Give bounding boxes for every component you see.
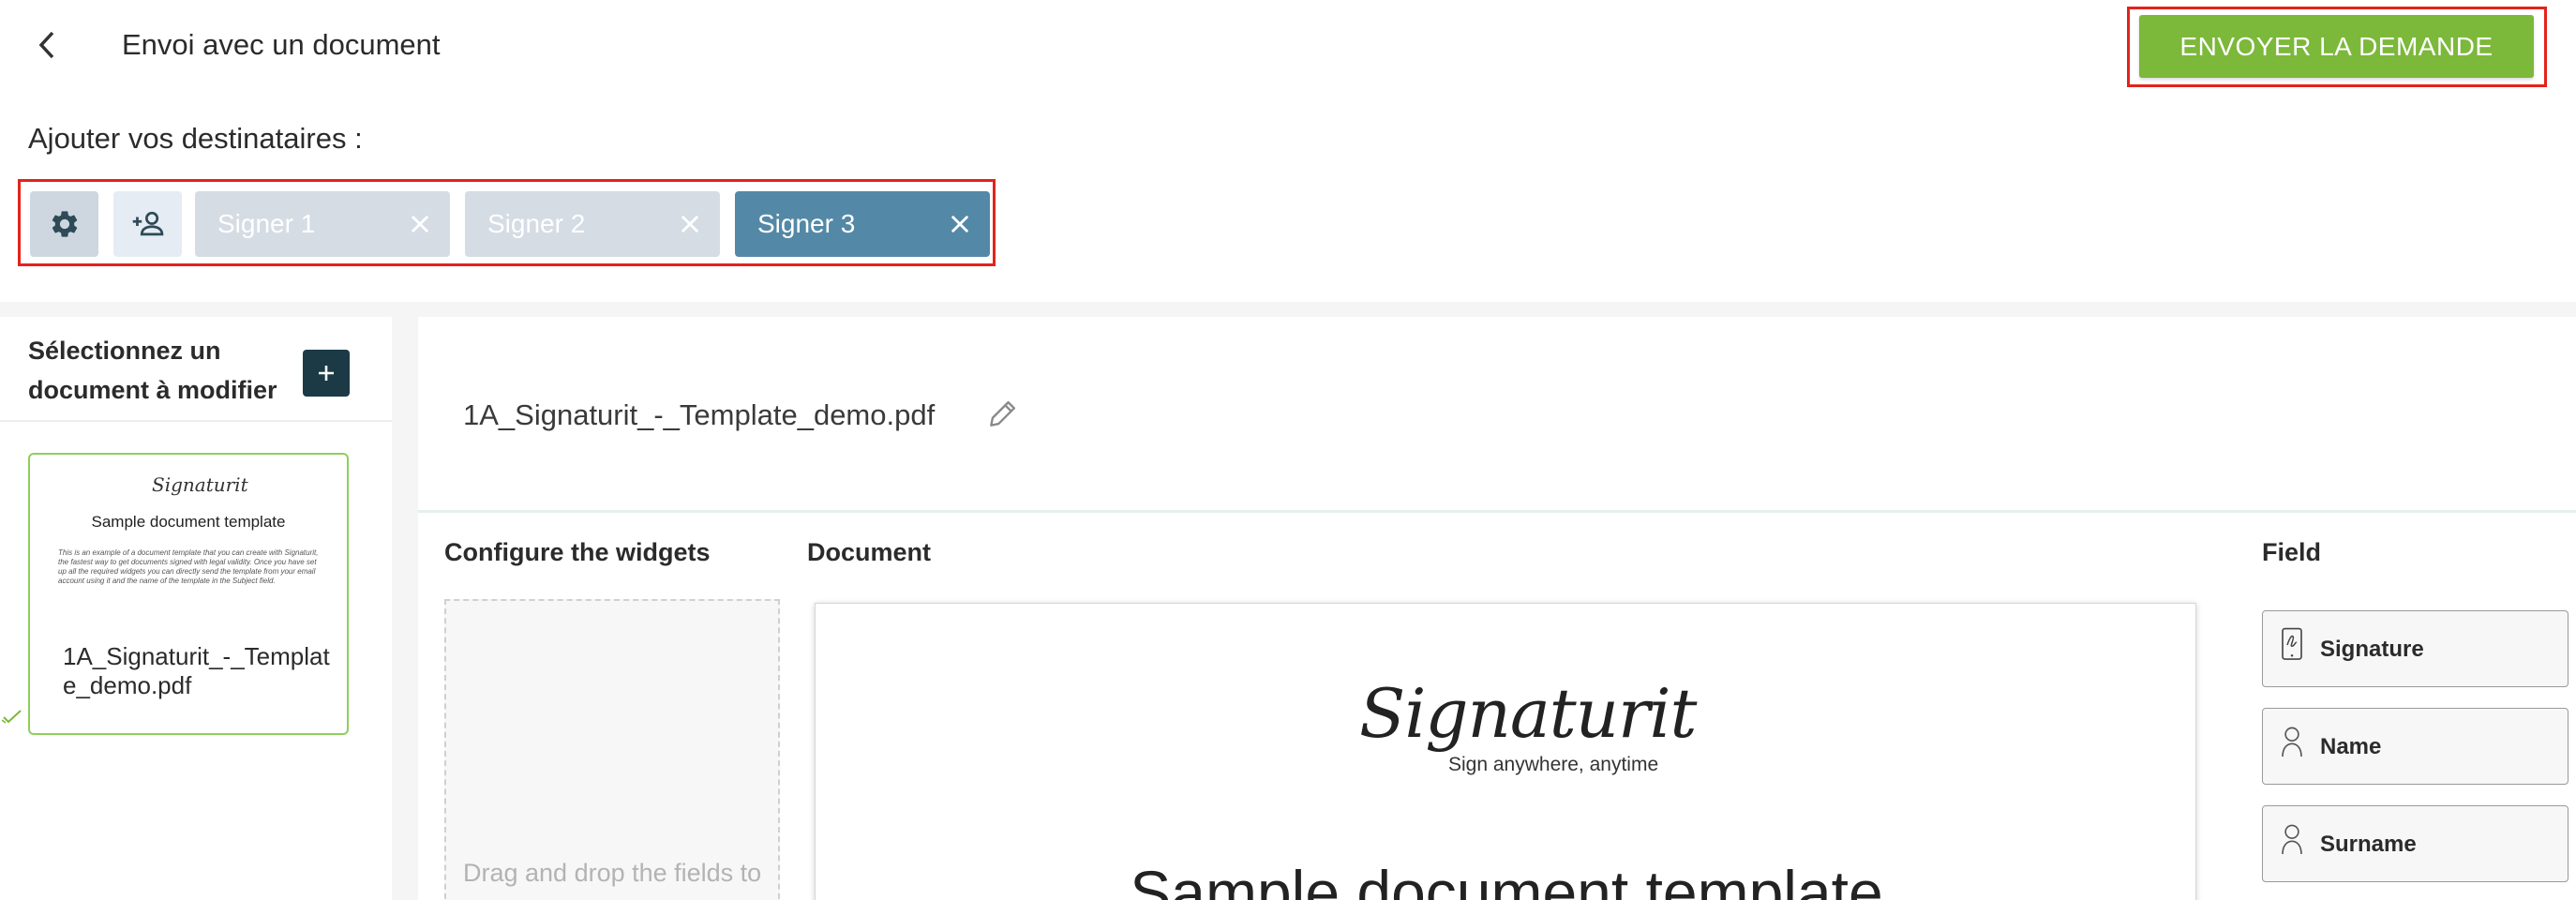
field-signature[interactable]: Signature — [2262, 610, 2569, 687]
document-column-title: Document — [807, 538, 932, 566]
person-icon — [2282, 824, 2302, 855]
drop-zone-text: Drag and drop the fields to — [463, 859, 762, 887]
recipients-title: Ajouter vos destinataires : — [28, 122, 363, 155]
field-label: Name — [2320, 734, 2382, 759]
back-button[interactable] — [28, 21, 66, 69]
thumbnail-logo: Signaturit — [152, 473, 248, 496]
signer-chip-label: Signer 3 — [757, 209, 856, 238]
close-icon[interactable] — [677, 211, 703, 237]
sidebar-title: Sélectionnez un document à modifier — [28, 337, 277, 404]
person-add-icon — [132, 211, 163, 236]
signer-chip-1[interactable]: Signer 1 — [195, 191, 450, 257]
main-panel: 1A_Signaturit_-_Template_demo.pdf Config… — [418, 317, 2576, 900]
add-recipient-button[interactable] — [113, 191, 182, 257]
field-surname[interactable]: Surname — [2262, 805, 2569, 882]
person-icon — [2282, 727, 2302, 758]
page-title: Envoi avec un document — [122, 28, 441, 61]
signer-chip-2[interactable]: Signer 2 — [465, 191, 720, 257]
field-label: Signature — [2320, 637, 2424, 662]
gear-icon — [52, 211, 77, 237]
field-column-title: Field — [2262, 538, 2322, 566]
chevron-left-icon — [38, 31, 54, 59]
thumbnail-text: This is an example of a document templat… — [58, 548, 319, 585]
document-logo: Signaturit — [1359, 674, 1697, 753]
signer-chip-label: Signer 1 — [217, 209, 316, 238]
header-divider — [418, 510, 2576, 513]
file-header: 1A_Signaturit_-_Template_demo.pdf — [418, 317, 2576, 510]
document-thumbnail: Signaturit Sample document template This… — [30, 455, 347, 633]
document-sidebar: Sélectionnez un document à modifier Sign… — [0, 317, 392, 900]
sidebar-divider — [0, 420, 392, 422]
close-icon[interactable] — [947, 211, 973, 237]
selected-check-icon — [2, 710, 22, 724]
signature-icon — [2282, 627, 2302, 660]
recipients-bar: Signer 1 Signer 2 Signer 3 — [18, 179, 996, 266]
document-preview[interactable]: Signaturit Sign anywhere, anytime Sample… — [815, 603, 2196, 900]
widget-drop-zone[interactable]: Drag and drop the fields to — [444, 599, 780, 900]
document-card[interactable]: Signaturit Sample document template This… — [28, 453, 349, 735]
field-name[interactable]: Name — [2262, 708, 2569, 785]
document-heading: Sample document template — [1130, 858, 1883, 900]
add-document-button[interactable] — [303, 350, 350, 397]
thumbnail-title: Sample document template — [91, 513, 286, 531]
close-icon[interactable] — [407, 211, 433, 237]
field-label: Surname — [2320, 832, 2417, 857]
plus-icon — [319, 366, 334, 381]
document-name: 1A_Signaturit_-_Template_demo.pdf — [63, 642, 330, 699]
send-request-highlight: ENVOYER LA DEMANDE — [2127, 7, 2547, 87]
signer-chip-3[interactable]: Signer 3 — [735, 191, 990, 257]
pencil-icon[interactable] — [985, 395, 1021, 432]
send-request-button[interactable]: ENVOYER LA DEMANDE — [2139, 15, 2534, 78]
settings-button[interactable] — [30, 191, 98, 257]
file-name: 1A_Signaturit_-_Template_demo.pdf — [463, 398, 936, 431]
document-tagline: Sign anywhere, anytime — [1448, 754, 1659, 775]
signer-chip-label: Signer 2 — [487, 209, 586, 238]
widgets-title: Configure the widgets — [444, 538, 711, 566]
